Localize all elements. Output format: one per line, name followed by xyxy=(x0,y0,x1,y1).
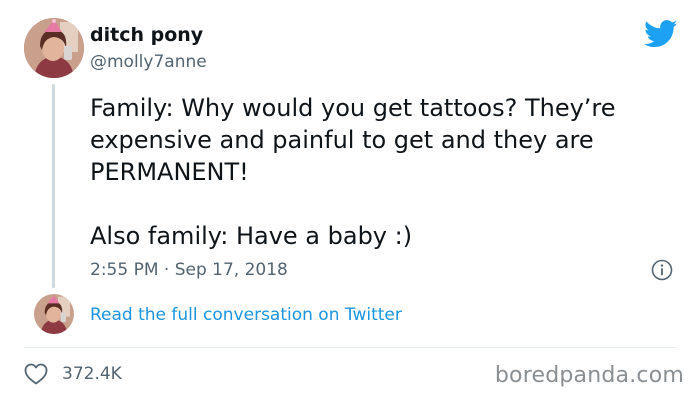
like-button[interactable]: 372.4K xyxy=(24,360,122,388)
author-username[interactable]: @molly7anne xyxy=(90,50,207,74)
twitter-bird-icon[interactable] xyxy=(644,20,678,48)
like-count: 372.4K xyxy=(62,364,122,384)
tweet-text: Family: Why would you get tattoos? They’… xyxy=(90,92,650,252)
info-icon[interactable] xyxy=(651,259,673,281)
tweet-timestamp[interactable]: 2:55 PM · Sep 17, 2018 xyxy=(90,258,288,282)
tweet-paragraph: Also family: Have a baby :) xyxy=(90,222,413,250)
heart-icon xyxy=(24,363,48,385)
read-conversation-link[interactable]: Read the full conversation on Twitter xyxy=(90,303,402,327)
author-display-name[interactable]: ditch pony xyxy=(90,22,203,48)
author-avatar[interactable] xyxy=(24,18,84,78)
avatar-photo xyxy=(24,18,84,78)
avatar-photo xyxy=(34,294,74,334)
divider xyxy=(24,347,676,348)
conversation-avatar[interactable] xyxy=(34,294,74,334)
boredpanda-watermark: boredpanda.com xyxy=(494,363,684,388)
thread-line xyxy=(52,84,55,288)
tweet-paragraph: Family: Why would you get tattoos? They’… xyxy=(90,94,616,186)
